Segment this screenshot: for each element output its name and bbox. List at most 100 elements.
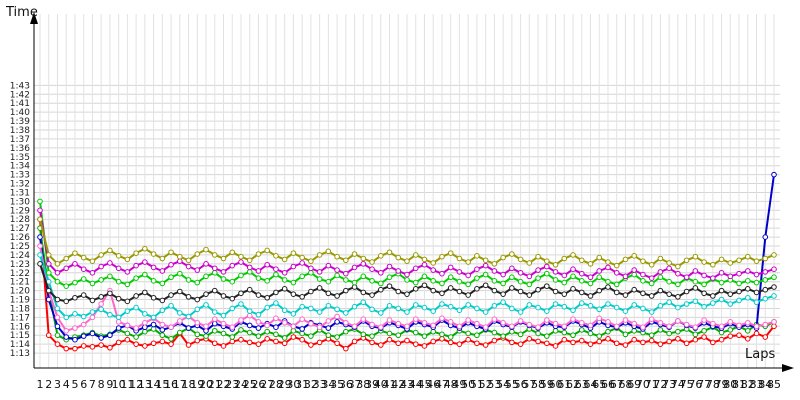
data-point (386, 330, 393, 337)
data-point (439, 253, 445, 260)
data-point (194, 306, 201, 313)
data-point (264, 328, 270, 335)
data-point (150, 294, 157, 301)
data-point (412, 286, 419, 292)
data-point (351, 284, 358, 290)
data-point (605, 301, 611, 307)
data-point (115, 314, 122, 321)
data-point (456, 307, 463, 314)
data-point (334, 272, 340, 279)
data-point (159, 332, 166, 339)
data-point (220, 269, 227, 275)
data-point (744, 253, 751, 260)
data-point (299, 326, 305, 332)
data-point (386, 274, 393, 281)
data-point (211, 320, 218, 327)
data-point (683, 274, 690, 281)
data-point (412, 279, 419, 286)
data-point (124, 298, 131, 305)
data-point (675, 263, 681, 270)
data-point (570, 286, 576, 292)
data-point (115, 253, 122, 259)
data-point (194, 251, 201, 257)
data-point (465, 272, 471, 279)
data-point (299, 254, 305, 261)
data-point (570, 332, 576, 339)
data-point (63, 345, 70, 352)
data-point (325, 262, 332, 269)
data-point (753, 299, 760, 306)
data-point (631, 271, 637, 278)
data-point (404, 337, 410, 344)
data-point (631, 253, 637, 259)
data-point (98, 342, 104, 348)
data-point (133, 293, 139, 299)
data-point (605, 336, 611, 342)
data-point (246, 257, 253, 264)
data-point (640, 290, 646, 297)
data-point (692, 298, 699, 305)
y-tick-label: 1:27 (10, 224, 30, 234)
data-point (386, 283, 393, 289)
data-point (474, 320, 480, 327)
data-point (168, 261, 174, 268)
data-point (613, 289, 620, 296)
data-point (578, 319, 585, 326)
data-point (80, 313, 87, 320)
data-point (605, 264, 611, 271)
data-point (447, 264, 454, 271)
data-point (351, 264, 358, 271)
data-point (666, 291, 672, 297)
data-point (229, 305, 236, 312)
data-point (587, 293, 594, 299)
data-point (89, 297, 96, 304)
y-tick-label: 1:24 (10, 251, 30, 261)
data-point (744, 327, 751, 334)
data-point (273, 271, 279, 278)
data-point (343, 257, 349, 264)
data-point (185, 294, 192, 300)
data-point (613, 269, 620, 276)
y-tick-label: 1:20 (10, 287, 30, 297)
lap-time-chart-svg: Time Laps 1:131:141:151:161:171:181:191:… (5, 5, 794, 391)
data-point (596, 306, 603, 313)
data-point (744, 278, 751, 284)
data-point (316, 309, 323, 315)
data-point (246, 322, 253, 329)
data-point (544, 263, 550, 270)
data-point (675, 318, 681, 324)
x-axis-arrow (782, 364, 794, 372)
data-point (211, 309, 218, 315)
data-point (177, 253, 183, 260)
data-point (107, 247, 113, 254)
data-point (771, 252, 777, 258)
data-point (334, 267, 340, 273)
data-point (753, 330, 760, 337)
data-point (150, 278, 157, 284)
y-tick-labels: 1:131:141:151:161:171:181:191:201:211:22… (10, 81, 30, 359)
data-point (727, 319, 734, 325)
data-point (220, 255, 227, 262)
data-point (238, 317, 244, 323)
data-point (255, 311, 262, 318)
data-point (316, 324, 323, 331)
data-point (447, 339, 454, 346)
data-point (229, 295, 236, 302)
data-point (640, 305, 646, 312)
data-point (377, 324, 384, 331)
data-point (98, 301, 104, 307)
data-point (421, 282, 428, 289)
data-point (325, 318, 332, 324)
data-point (421, 343, 428, 349)
data-point (404, 291, 410, 297)
data-point (683, 321, 690, 328)
data-point (456, 255, 463, 262)
data-point (308, 305, 314, 312)
data-point (526, 273, 533, 280)
data-point (718, 329, 725, 336)
data-point (89, 330, 96, 337)
data-point (762, 321, 769, 328)
data-point (395, 254, 402, 261)
data-point (430, 328, 437, 335)
y-tick-label: 1:15 (10, 331, 30, 341)
